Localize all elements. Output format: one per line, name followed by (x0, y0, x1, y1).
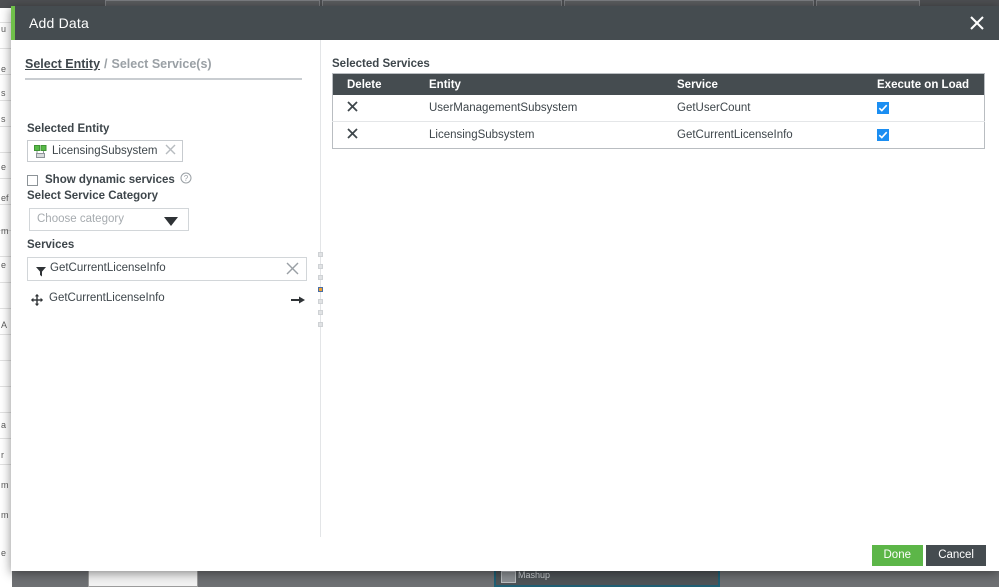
cell-delete (333, 122, 416, 149)
services-filter-input[interactable]: GetCurrentLicenseInfo (27, 257, 307, 281)
execute-on-load-checkbox[interactable] (877, 128, 889, 141)
column-header-execute-on-load: Execute on Load (863, 73, 985, 95)
selected-services-table: Delete Entity Service Execute on Load Us… (332, 73, 985, 149)
cell-entity: UserManagementSubsystem (415, 95, 663, 122)
cell-execute-on-load (863, 95, 985, 122)
selected-services-pane: Selected Services Delete Entity Service … (325, 40, 999, 537)
cell-service: GetUserCount (663, 95, 863, 122)
dialog-titlebar: Add Data (11, 6, 999, 40)
arrow-right-icon[interactable] (291, 293, 305, 311)
dialog-accent-bar (11, 6, 15, 40)
service-category-label: Select Service Category (27, 190, 159, 202)
table-row[interactable]: LicensingSubsystem GetCurrentLicenseInfo (333, 122, 985, 149)
selected-entity-label: Selected Entity (27, 123, 110, 135)
delete-x-icon[interactable] (347, 128, 358, 142)
execute-on-load-checkbox[interactable] (877, 101, 889, 114)
background-input-box (88, 570, 198, 587)
selected-entity-chip[interactable]: LicensingSubsystem (27, 140, 184, 162)
service-category-placeholder: Choose category (37, 213, 124, 225)
delete-x-icon[interactable] (347, 101, 358, 115)
list-item[interactable]: GetCurrentLicenseInfo (27, 290, 307, 310)
cell-service: GetCurrentLicenseInfo (677, 129, 793, 141)
cell-entity: LicensingSubsystem (429, 129, 535, 141)
filter-funnel-icon (36, 264, 46, 282)
move-icon[interactable] (31, 293, 43, 311)
breadcrumb-separator: / (104, 57, 108, 71)
cancel-button[interactable]: Cancel (926, 545, 986, 566)
background-card-label: Mashup (518, 570, 551, 580)
clear-icon[interactable] (286, 262, 299, 280)
remove-icon[interactable] (165, 142, 176, 160)
breadcrumb-step-select-services[interactable]: Select Service(s) (112, 57, 212, 71)
done-button[interactable]: Done (871, 545, 923, 566)
chevron-down-icon (164, 217, 178, 226)
service-result-name: GetCurrentLicenseInfo (49, 292, 165, 304)
cell-delete (332, 95, 415, 122)
show-dynamic-services-row: Show dynamic services ? (27, 171, 192, 189)
cell-execute-on-load (863, 122, 985, 149)
subsystem-icon (34, 144, 47, 158)
add-data-dialog: Add Data Select Entity / Select Service(s)… (11, 6, 999, 571)
help-circle-icon[interactable]: ? (180, 171, 192, 189)
services-label: Services (27, 239, 75, 251)
service-category-select[interactable]: Choose category (29, 208, 189, 231)
show-dynamic-services-label: Show dynamic services (45, 174, 175, 186)
splitter-grip[interactable] (317, 252, 323, 327)
breadcrumb: Select Entity / Select Service(s) (25, 57, 212, 71)
table-row[interactable]: UserManagementSubsystem GetUserCount (332, 95, 985, 122)
entity-selection-pane: Select Entity / Select Service(s) Selected… (11, 40, 308, 537)
breadcrumb-divider (25, 78, 302, 80)
entity-chip-label: LicensingSubsystem (52, 145, 158, 157)
close-icon[interactable] (965, 12, 989, 34)
dialog-body: Select Entity / Select Service(s) Selected… (11, 40, 999, 537)
table-header-row: Delete Entity Service Execute on Load (332, 73, 985, 95)
selected-services-label: Selected Services (332, 58, 430, 70)
mashup-icon (501, 571, 516, 583)
dialog-footer: Done Cancel (11, 537, 999, 571)
dialog-title: Add Data (29, 15, 89, 31)
show-dynamic-services-checkbox[interactable] (27, 174, 38, 186)
panel-splitter[interactable] (315, 40, 325, 537)
svg-text:?: ? (184, 174, 189, 183)
column-header-delete: Delete (332, 73, 415, 95)
column-header-service: Service (663, 73, 863, 95)
services-filter-value: GetCurrentLicenseInfo (50, 262, 166, 274)
breadcrumb-step-select-entity[interactable]: Select Entity (25, 57, 100, 71)
column-header-entity: Entity (415, 73, 663, 95)
